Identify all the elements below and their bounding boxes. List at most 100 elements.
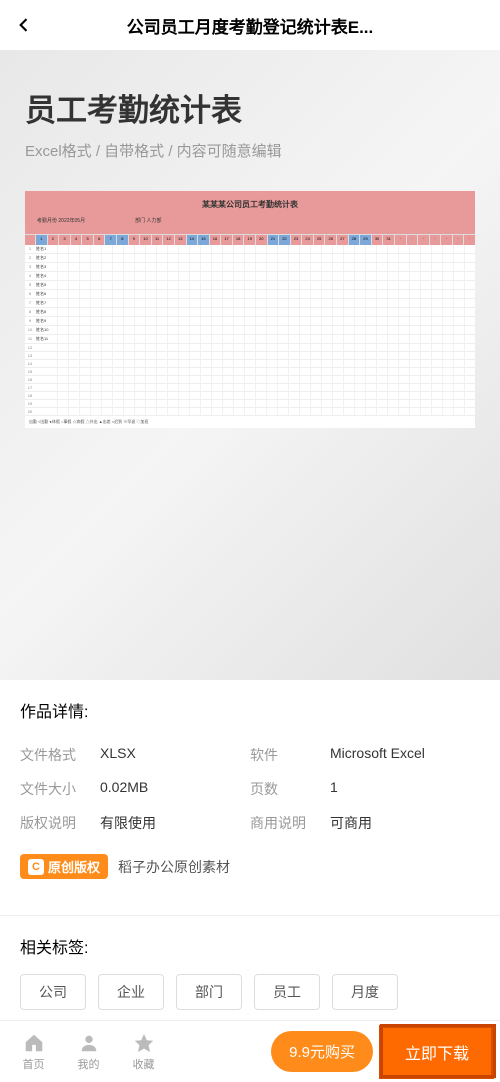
star-icon [133, 1032, 155, 1054]
tag[interactable]: 员工 [254, 974, 320, 1010]
badge-label: 原创版权 [48, 857, 100, 876]
detail-value: 可商用 [330, 813, 480, 833]
excel-doc-title: 某某某公司员工考勤统计表 [33, 199, 467, 215]
table-row: 17 [25, 384, 475, 392]
preview-area: 员工考勤统计表 Excel格式 / 自带格式 / 内容可随意编辑 某某某公司员工… [0, 50, 500, 680]
day-col: 15 [197, 235, 209, 245]
details-section: 作品详情: 文件格式XLSX软件Microsoft Excel文件大小0.02M… [0, 680, 500, 897]
badge-source-text: 稻子办公原创素材 [118, 857, 230, 877]
detail-value: Microsoft Excel [330, 745, 480, 765]
day-col: 24 [301, 235, 313, 245]
preview-title: 员工考勤统计表 [25, 85, 475, 130]
table-row: 15 [25, 368, 475, 376]
detail-label: 文件格式 [20, 745, 100, 765]
bottom-bar: 首页 我的 收藏 9.9元购买 立即下载 [0, 1020, 500, 1082]
table-row: 4姓名4······························· [25, 272, 475, 281]
table-row: 8姓名8······························· [25, 308, 475, 317]
day-col: 27 [336, 235, 348, 245]
table-row: 5姓名5······························· [25, 281, 475, 290]
day-col: 12 [162, 235, 174, 245]
table-row: 13 [25, 352, 475, 360]
day-col: 9 [128, 235, 140, 245]
nav-label: 我的 [78, 1056, 100, 1072]
day-col: 8 [116, 235, 128, 245]
tag[interactable]: 企业 [98, 974, 164, 1010]
details-heading: 作品详情: [20, 698, 480, 722]
day-col: 5 [81, 235, 93, 245]
tag[interactable]: 部门 [176, 974, 242, 1010]
detail-label: 软件 [250, 745, 330, 765]
table-row: 12 [25, 344, 475, 352]
table-row: 11姓名11······························· [25, 335, 475, 344]
day-col: 4 [70, 235, 82, 245]
buy-button[interactable]: 9.9元购买 [271, 1031, 373, 1072]
day-col: 14 [186, 235, 198, 245]
excel-legend: 出勤 √出勤 ●休假 ○事假 ☆病假 △外出 ▲出差 ×迟到 ※早退 ◇加班 [25, 416, 475, 428]
day-col: 19 [243, 235, 255, 245]
tags-heading: 相关标签: [20, 934, 480, 958]
table-row: 20 [25, 408, 475, 416]
nav-mine[interactable]: 我的 [61, 1032, 116, 1072]
day-col: 7 [104, 235, 116, 245]
day-col: 13 [174, 235, 186, 245]
tag[interactable]: 公司 [20, 974, 86, 1010]
detail-value: 1 [330, 779, 480, 799]
excel-column-header: 1234567891011121314151617181920212223242… [25, 234, 475, 245]
user-icon [78, 1032, 100, 1054]
detail-row: 页数1 [250, 772, 480, 806]
detail-value: XLSX [100, 745, 250, 765]
detail-row: 文件大小0.02MB [20, 772, 250, 806]
tag[interactable]: 月度 [332, 974, 398, 1010]
nav-label: 首页 [23, 1056, 45, 1072]
detail-row: 版权说明有限使用 [20, 806, 250, 840]
table-row: 10姓名10······························· [25, 326, 475, 335]
table-row: 6姓名6······························· [25, 290, 475, 299]
copyright-badge-row: C 原创版权 稻子办公原创素材 [20, 854, 480, 879]
table-row: 14 [25, 360, 475, 368]
home-icon [23, 1032, 45, 1054]
day-col: 10 [139, 235, 151, 245]
day-col: 28 [348, 235, 360, 245]
back-icon[interactable] [12, 13, 36, 37]
day-col: 31 [382, 235, 394, 245]
detail-label: 页数 [250, 779, 330, 799]
tags-section: 相关标签: 公司企业部门员工月度 [0, 916, 500, 1010]
day-col: 30 [371, 235, 383, 245]
day-col: 21 [267, 235, 279, 245]
detail-row: 软件Microsoft Excel [250, 738, 480, 772]
day-col: 16 [209, 235, 221, 245]
download-button[interactable]: 立即下载 [379, 1025, 494, 1079]
detail-row: 文件格式XLSX [20, 738, 250, 772]
table-row: 9姓名9······························· [25, 317, 475, 326]
table-row: 16 [25, 376, 475, 384]
table-row: 19 [25, 400, 475, 408]
day-col: 17 [220, 235, 232, 245]
preview-subtitle: Excel格式 / 自带格式 / 内容可随意编辑 [25, 140, 475, 161]
day-col: 2 [47, 235, 59, 245]
day-col: 22 [278, 235, 290, 245]
excel-body: 1姓名1·······························2姓名2·… [25, 245, 475, 416]
day-col: 20 [255, 235, 267, 245]
day-col: 25 [313, 235, 325, 245]
nav-label: 收藏 [133, 1056, 155, 1072]
nav-favorite[interactable]: 收藏 [116, 1032, 171, 1072]
table-row: 7姓名7······························· [25, 299, 475, 308]
day-col: 26 [324, 235, 336, 245]
table-row: 3姓名3······························· [25, 263, 475, 272]
day-col: 18 [232, 235, 244, 245]
excel-meta: 考勤月份 2022年05月 [37, 217, 85, 224]
nav-home[interactable]: 首页 [6, 1032, 61, 1072]
excel-preview-image: 某某某公司员工考勤统计表 考勤月份 2022年05月 部门 人力部 123456… [25, 191, 475, 428]
table-row: 1姓名1······························· [25, 245, 475, 254]
day-col: 6 [93, 235, 105, 245]
day-col: 3 [58, 235, 70, 245]
original-badge: C 原创版权 [20, 854, 108, 879]
day-col: 29 [359, 235, 371, 245]
badge-c-icon: C [28, 859, 44, 875]
day-col: 11 [151, 235, 163, 245]
table-row: 2姓名2······························· [25, 254, 475, 263]
page-title: 公司员工月度考勤登记统计表E... [36, 13, 488, 38]
day-col: 1 [35, 235, 47, 245]
app-header: 公司员工月度考勤登记统计表E... [0, 0, 500, 50]
day-col: 23 [290, 235, 302, 245]
